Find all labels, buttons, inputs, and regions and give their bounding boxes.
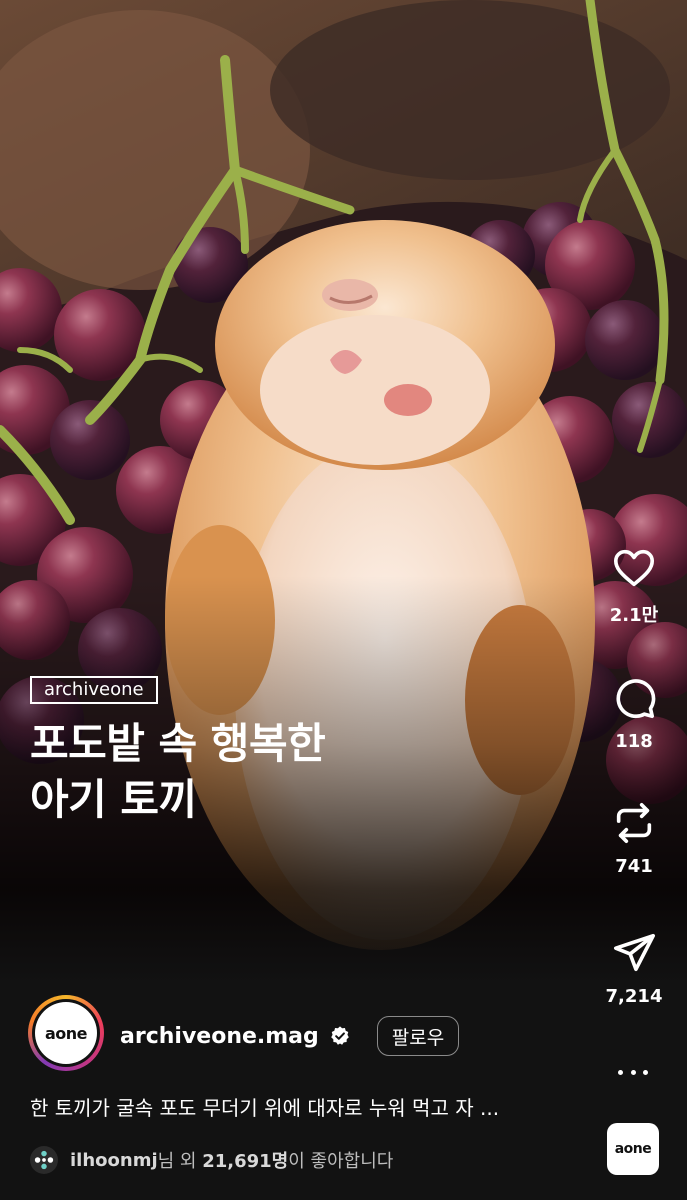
post-caption[interactable]: 한 토끼가 굴속 포도 무더기 위에 대자로 누워 먹고 자 ... xyxy=(30,1092,570,1121)
likes-count: 2.1만 xyxy=(609,605,659,626)
liked-by-row[interactable]: ilhoonmj 님 외 21,691명 이 좋아합니다 xyxy=(30,1146,393,1174)
account-row: archiveone.mag 팔로우 xyxy=(120,1016,460,1056)
heart-icon xyxy=(613,549,655,587)
reposts-count: 741 xyxy=(615,856,653,877)
share-button[interactable]: 7,214 xyxy=(592,930,676,1007)
more-icon[interactable] xyxy=(618,1062,648,1082)
repost-button[interactable]: 741 xyxy=(592,800,676,877)
audio-thumb-logo: aone xyxy=(614,1141,652,1157)
avatar[interactable]: aone xyxy=(28,995,104,1071)
comment-button[interactable]: 118 xyxy=(592,675,676,752)
liker-avatar xyxy=(30,1146,58,1174)
liker-username: ilhoonmj xyxy=(70,1149,158,1171)
avatar-logo: aone xyxy=(44,1023,88,1043)
post-headline: 포도밭 속 행복한 아기 토끼 xyxy=(30,716,450,828)
comments-count: 118 xyxy=(615,731,653,752)
shares-count: 7,214 xyxy=(605,986,663,1007)
reels-screen: archiveone 포도밭 속 행복한 아기 토끼 2.1만 118 741 xyxy=(0,0,687,1200)
audio-thumbnail[interactable]: aone xyxy=(607,1123,659,1175)
liker-avatar-icon xyxy=(34,1150,54,1170)
headline-line-2: 아기 토끼 xyxy=(30,775,197,824)
repost-icon xyxy=(616,802,652,844)
liked-by-middle: 님 외 xyxy=(157,1151,203,1172)
follow-button[interactable]: 팔로우 xyxy=(376,1016,460,1056)
username[interactable]: archiveone.mag xyxy=(120,1024,319,1049)
liked-by-suffix: 이 좋아합니다 xyxy=(288,1151,394,1172)
follow-button-label: 팔로우 xyxy=(391,1026,445,1049)
send-icon xyxy=(613,933,655,972)
comment-icon xyxy=(616,679,656,719)
source-tag: archiveone xyxy=(30,676,158,704)
like-button[interactable]: 2.1만 xyxy=(592,545,676,627)
headline-line-1: 포도밭 속 행복한 xyxy=(30,719,326,768)
liked-by-count: 21,691명 xyxy=(202,1151,289,1172)
source-tag-label: archiveone xyxy=(44,679,144,700)
verified-badge-icon xyxy=(330,1026,349,1045)
